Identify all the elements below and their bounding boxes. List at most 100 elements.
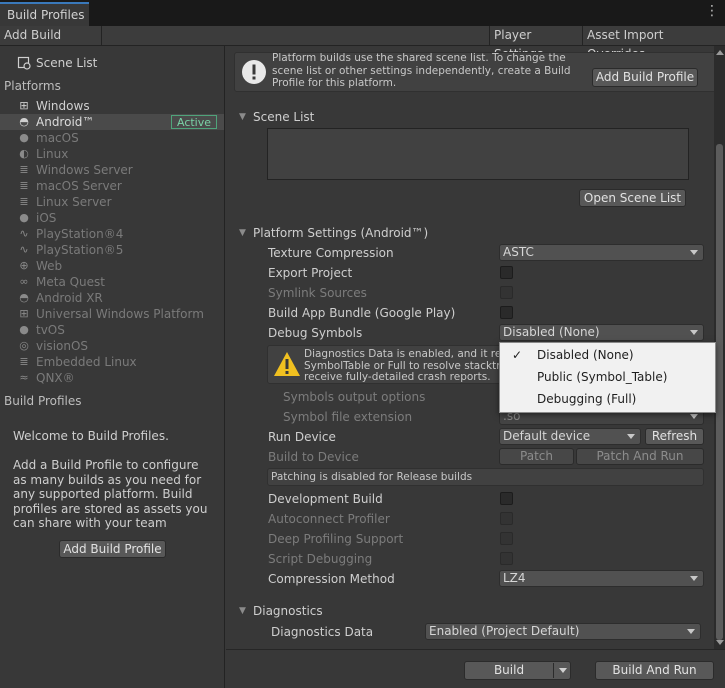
patch-and-run-button: Patch And Run — [576, 448, 704, 465]
platforms-header: Platforms — [4, 79, 61, 93]
server-icon: ≣ — [19, 355, 29, 368]
windows-icon: ⊞ — [19, 307, 29, 320]
sidebar-item-label: Meta Quest — [36, 275, 105, 289]
build-and-run-button[interactable]: Build And Run — [595, 661, 714, 680]
window-tab-bar — [0, 0, 725, 26]
debug-symbols-value: Disabled (None) — [503, 325, 600, 339]
platform-settings-header[interactable]: Platform Settings (Android™) — [253, 226, 428, 240]
debug-symbols-dropdown[interactable]: Disabled (None) — [499, 324, 704, 341]
sidebar-item-platform[interactable]: ∿ PlayStation®4 — [0, 226, 224, 242]
add-build-profile-toolbar-button[interactable]: Add Build Profile — [0, 26, 102, 61]
development-build-label: Development Build — [268, 492, 383, 506]
sidebar-item-label: Universal Windows Platform — [36, 307, 204, 321]
sidebar-item-label: Windows — [36, 99, 90, 113]
apple-icon: ● — [19, 323, 29, 336]
apple-icon: ● — [19, 131, 29, 144]
apple-icon: ● — [19, 211, 29, 224]
warning-icon — [273, 351, 301, 377]
refresh-button[interactable]: Refresh — [645, 428, 704, 445]
chevron-down-icon — [690, 414, 698, 419]
kebab-menu-icon[interactable]: ⋮ — [705, 4, 719, 18]
debug-symbols-popup: ✓ Disabled (None) Public (Symbol_Table) … — [499, 342, 716, 413]
sidebar-item-platform[interactable]: ◐ Linux — [0, 146, 224, 162]
texture-compression-dropdown[interactable]: ASTC — [499, 244, 704, 261]
chevron-down-icon — [690, 330, 698, 335]
symlink-sources-checkbox — [500, 286, 513, 299]
android-icon: ◓ — [19, 115, 29, 128]
compression-method-label: Compression Method — [268, 572, 395, 586]
sidebar-item-platform[interactable]: ⊞ Windows — [0, 98, 224, 114]
windows-icon: ⊞ — [19, 99, 29, 112]
chevron-down-icon — [690, 576, 698, 581]
scene-list-sidebar-item[interactable]: Scene List — [36, 56, 97, 70]
sidebar-item-platform[interactable]: ⊞ Universal Windows Platform — [0, 306, 224, 322]
scroll-down-icon[interactable] — [716, 640, 724, 645]
build-app-bundle-label: Build App Bundle (Google Play) — [268, 306, 456, 320]
sidebar-item-platform[interactable]: ∞ Meta Quest — [0, 274, 224, 290]
sidebar-item-platform[interactable]: ● iOS — [0, 210, 224, 226]
scene-list-header[interactable]: Scene List — [253, 110, 314, 124]
info-icon — [241, 59, 267, 85]
welcome-title: Welcome to Build Profiles. — [13, 429, 169, 443]
warning-box: Diagnostics Data is enabled, and it requ… — [267, 345, 502, 384]
sidebar-item-platform[interactable]: ∿ PlayStation®5 — [0, 242, 224, 258]
scene-list-icon — [17, 56, 33, 70]
player-settings-button[interactable]: Player Settings — [489, 26, 583, 61]
asset-import-overrides-button[interactable]: Asset Import Overrides — [583, 26, 725, 61]
sidebar-item-label: macOS — [36, 131, 79, 145]
compression-method-value: LZ4 — [503, 571, 526, 585]
sidebar-item-platform[interactable]: ≣ Windows Server — [0, 162, 224, 178]
diagnostics-data-dropdown[interactable]: Enabled (Project Default) — [425, 623, 701, 640]
add-build-profile-button[interactable]: Add Build Profile — [59, 540, 166, 558]
sidebar-item-platform[interactable]: ◓ Android™ Active — [0, 114, 224, 130]
scrollbar-thumb[interactable] — [716, 144, 723, 640]
sidebar-item-platform[interactable]: ● macOS — [0, 130, 224, 146]
run-device-dropdown[interactable]: Default device — [499, 428, 641, 445]
add-build-profile-info-button[interactable]: Add Build Profile — [592, 68, 698, 87]
sidebar-item-platform[interactable]: ≈ QNX® — [0, 370, 224, 386]
compression-method-dropdown[interactable]: LZ4 — [499, 570, 704, 587]
globe-icon: ⊕ — [19, 259, 29, 272]
scene-list-foldout-icon[interactable]: ▼ — [239, 112, 246, 122]
open-scene-list-button[interactable]: Open Scene List — [579, 189, 686, 207]
texture-compression-label: Texture Compression — [268, 246, 394, 260]
export-project-label: Export Project — [268, 266, 353, 280]
sidebar-item-label: PlayStation®4 — [36, 227, 124, 241]
development-build-checkbox[interactable] — [500, 492, 513, 505]
sidebar-item-label: Web — [36, 259, 63, 273]
scroll-up-icon[interactable] — [716, 50, 724, 55]
sidebar-item-platform[interactable]: ● tvOS — [0, 322, 224, 338]
diagnostics-foldout-icon[interactable]: ▼ — [239, 606, 246, 616]
diagnostics-header[interactable]: Diagnostics — [253, 604, 323, 618]
platform-settings-foldout-icon[interactable]: ▼ — [239, 228, 246, 238]
sidebar-item-label: iOS — [36, 211, 57, 225]
visionos-icon: ◎ — [19, 339, 29, 352]
sidebar-item-platform[interactable]: ⊕ Web — [0, 258, 224, 274]
welcome-body: Add a Build Profile to configure as many… — [13, 458, 208, 531]
sidebar-item-platform[interactable]: ◓ Android XR — [0, 290, 224, 306]
debug-symbols-option-public[interactable]: Public (Symbol_Table) — [500, 366, 715, 388]
sidebar-item-label: Embedded Linux — [36, 355, 137, 369]
sidebar-item-platform[interactable]: ≣ Embedded Linux — [0, 354, 224, 370]
deep-profiling-support-label: Deep Profiling Support — [268, 532, 404, 546]
export-project-checkbox[interactable] — [500, 266, 513, 279]
sidebar-item-label: QNX® — [36, 371, 75, 385]
option-label: Debugging (Full) — [537, 392, 637, 406]
tab-build-profiles[interactable]: Build Profiles — [0, 2, 89, 26]
autoconnect-profiler-label: Autoconnect Profiler — [268, 512, 390, 526]
chevron-down-icon — [687, 629, 695, 634]
sidebar-item-platform[interactable]: ≣ Linux Server — [0, 194, 224, 210]
meta-icon: ∞ — [19, 275, 29, 288]
build-button[interactable]: Build — [464, 661, 571, 680]
run-device-value: Default device — [503, 429, 591, 443]
debug-symbols-option-disabled[interactable]: ✓ Disabled (None) — [500, 344, 715, 366]
build-app-bundle-checkbox[interactable] — [500, 306, 513, 319]
symbols-output-options-label[interactable]: Symbols output options — [283, 390, 425, 404]
platform-list: ⊞ Windows ◓ Android™ Active ● macOS ◐ Linux ≣ Wind… — [0, 98, 224, 398]
symbol-file-extension-label: Symbol file extension — [283, 410, 413, 424]
sidebar-item-platform[interactable]: ◎ visionOS — [0, 338, 224, 354]
build-options-chevron-icon[interactable] — [559, 668, 567, 673]
debug-symbols-option-debugging[interactable]: Debugging (Full) — [500, 388, 715, 410]
sidebar-item-platform[interactable]: ≣ macOS Server — [0, 178, 224, 194]
active-badge: Active — [171, 115, 217, 129]
